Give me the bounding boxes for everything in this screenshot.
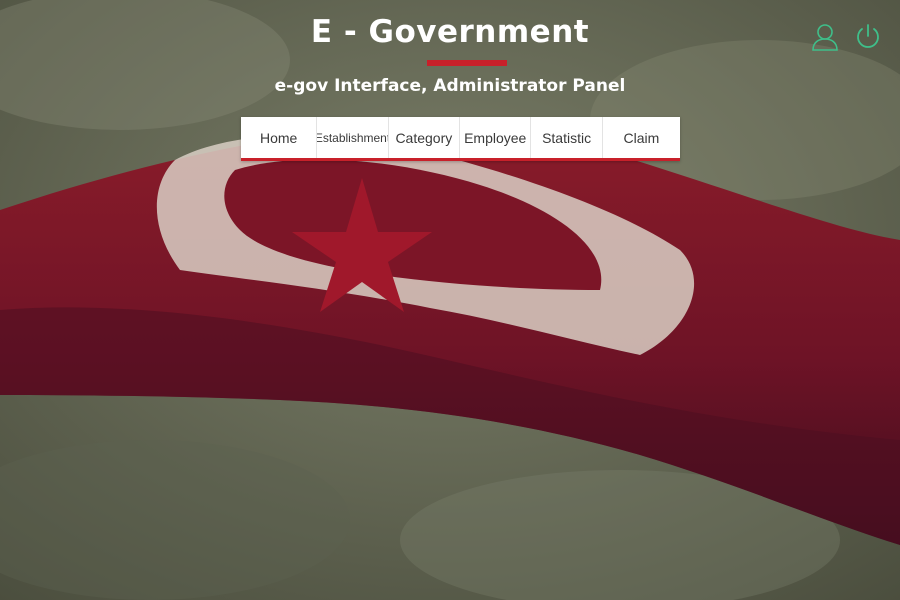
user-icon-graphic: [812, 24, 838, 51]
power-icon[interactable]: [853, 22, 883, 52]
main-navigation: Home Establishment Category Employee Sta…: [241, 117, 680, 161]
user-icon[interactable]: [810, 22, 840, 52]
nav-item-claim[interactable]: Claim: [603, 117, 680, 158]
page-subtitle: e-gov Interface, Administrator Panel: [274, 76, 626, 96]
nav-item-label: Statistic: [542, 129, 592, 146]
nav-item-label: Claim: [623, 129, 660, 146]
nav-item-category[interactable]: Category: [389, 117, 461, 158]
page-title: E - Government: [310, 14, 590, 50]
nav-item-home[interactable]: Home: [241, 117, 318, 158]
nav-item-employee[interactable]: Employee: [460, 117, 532, 158]
title-underline-accent: [427, 60, 507, 66]
nav-item-label: Category: [395, 129, 453, 146]
nav-item-statistic[interactable]: Statistic: [531, 117, 603, 158]
nav-item-label: Establishment: [317, 130, 389, 145]
nav-item-establishment[interactable]: Establishment: [317, 117, 389, 158]
power-icon-graphic: [857, 24, 879, 48]
nav-item-label: Home: [259, 129, 298, 146]
nav-item-label: Employee: [464, 129, 527, 146]
